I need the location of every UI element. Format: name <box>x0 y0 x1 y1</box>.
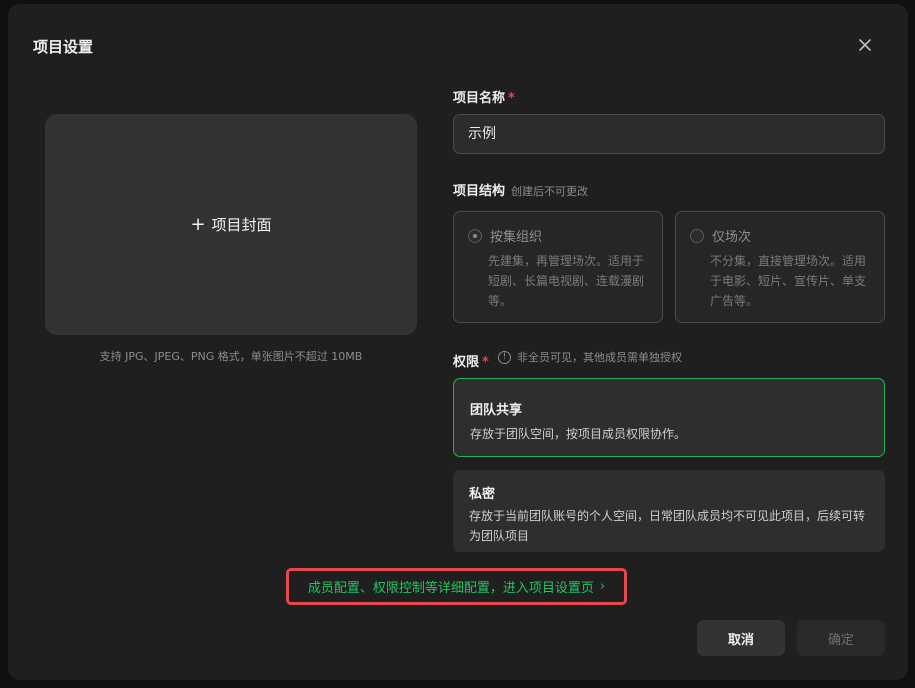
project-structure-note: 创建后不可更改 <box>511 185 589 198</box>
project-name-input[interactable]: 示例 <box>453 114 885 154</box>
project-settings-link[interactable]: 成员配置、权限控制等详细配置，进入项目设置页 › <box>286 568 627 605</box>
permission-label: 权限 * <box>453 351 489 370</box>
cover-upload-hint: 支持 JPG、JPEG、PNG 格式，单张图片不超过 10MB <box>99 350 363 363</box>
close-button[interactable] <box>856 36 874 54</box>
radio-button[interactable] <box>690 228 704 243</box>
radio-button-selected[interactable] <box>468 228 482 243</box>
required-mark: * <box>508 91 515 106</box>
structure-option-title: 按集组织 <box>490 230 543 245</box>
permission-option-title: 团队共享 <box>470 403 523 418</box>
required-mark: * <box>482 355 489 370</box>
permission-hint-text: 非全员可见，其他成员需单独授权 <box>517 351 682 364</box>
permission-label-text: 权限 <box>453 355 480 370</box>
permission-option-team-shared[interactable]: 团队共享 存放于团队空间，按项目成员权限协作。 <box>453 378 885 457</box>
permission-option-description: 存放于团队空间，按项目成员权限协作。 <box>470 427 687 441</box>
project-settings-link-text: 成员配置、权限控制等详细配置，进入项目设置页 <box>307 581 594 596</box>
project-settings-dialog: 项目设置 + 项目封面 支持 JPG、JPEG、PNG 格式，单张图片不超过 1… <box>8 4 908 680</box>
permission-option-description: 存放于当前团队账号的个人空间，日常团队成员均不可见此项目，后续可转为团队项目 <box>469 509 866 543</box>
cancel-button[interactable]: 取消 <box>697 620 785 656</box>
info-icon: ! <box>498 350 511 364</box>
cover-upload-label: 项目封面 <box>211 216 272 234</box>
permission-option-private[interactable]: 私密 存放于当前团队账号的个人空间，日常团队成员均不可见此项目，后续可转为团队项… <box>453 470 885 552</box>
structure-option-description: 不分集，直接管理场次。适用于电影、短片、宣传片、单支广告等。 <box>710 254 867 308</box>
structure-option-title: 仅场次 <box>712 230 752 245</box>
confirm-button[interactable]: 确定 <box>797 620 885 656</box>
project-structure-label: 项目结构 创建后不可更改 <box>453 180 588 199</box>
structure-option-by-episode[interactable]: 按集组织 先建集，再管理场次。适用于短剧、长篇电视剧、连载漫剧等。 <box>453 211 663 323</box>
project-structure-label-text: 项目结构 <box>453 184 506 199</box>
structure-option-description: 先建集，再管理场次。适用于短剧、长篇电视剧、连载漫剧等。 <box>488 254 645 308</box>
close-icon <box>859 39 871 51</box>
cover-upload-area[interactable]: + 项目封面 <box>45 114 417 335</box>
project-name-label-text: 项目名称 <box>453 91 506 106</box>
permission-option-title: 私密 <box>469 487 496 502</box>
chevron-right-icon: › <box>599 579 606 594</box>
structure-option-scenes-only[interactable]: 仅场次 不分集，直接管理场次。适用于电影、短片、宣传片、单支广告等。 <box>675 211 885 323</box>
project-name-label: 项目名称 * <box>453 87 515 106</box>
dialog-title: 项目设置 <box>33 38 94 56</box>
plus-icon: + <box>190 213 206 235</box>
permission-hint: ! 非全员可见，其他成员需单独授权 <box>498 349 682 365</box>
